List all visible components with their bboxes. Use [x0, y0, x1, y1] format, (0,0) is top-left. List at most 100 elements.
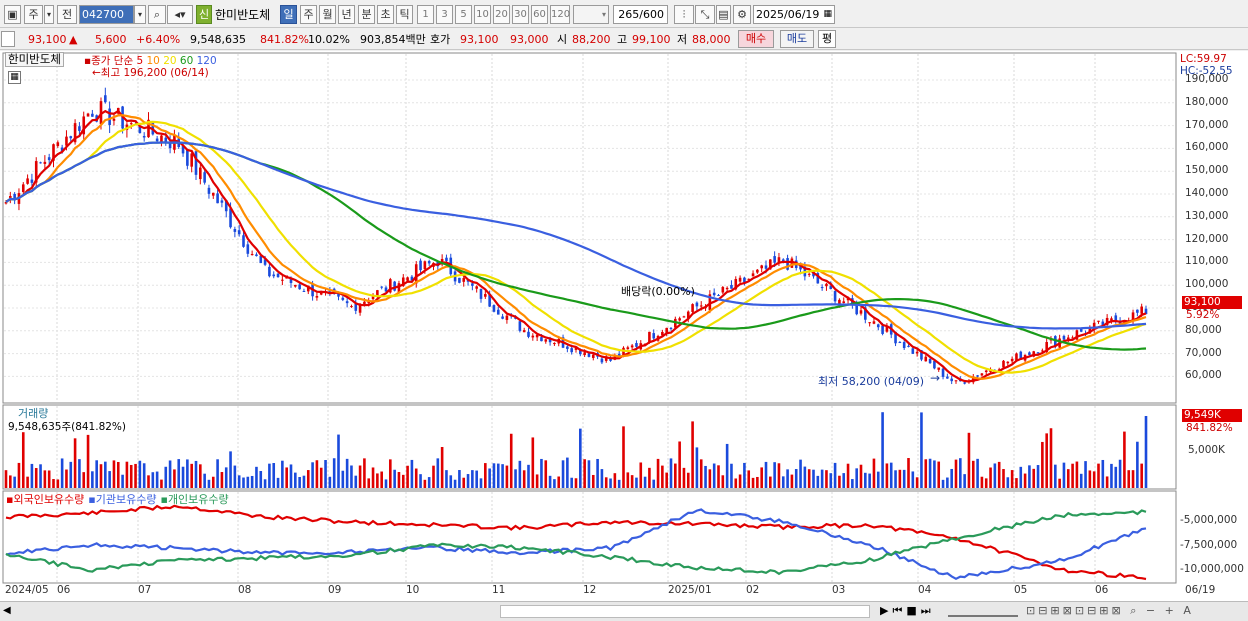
interval-button-120[interactable]: 120 [550, 5, 570, 24]
volume-bar [73, 438, 77, 488]
volume-bar [894, 470, 897, 488]
new-badge-label: 신 [198, 8, 210, 21]
interval-custom-select[interactable]: ▾ [573, 5, 609, 24]
price-y-tick: 60,000 [1185, 369, 1222, 382]
volume-bar [423, 479, 427, 488]
volume-bar [889, 462, 893, 488]
volume-bar [151, 472, 155, 488]
checkbox-icon[interactable] [1, 31, 15, 47]
period-tab-1[interactable]: 주 [300, 5, 317, 24]
prev-button[interactable]: 전 [57, 5, 77, 24]
interval-button-10[interactable]: 10 [474, 5, 491, 24]
price-y-tick: 100,000 [1185, 278, 1229, 291]
horizontal-scrollbar[interactable]: ◀ ▶⏮■⏭ ⊡⊟⊞⊠⊡⊟⊞⊠ ⌕ − + A [0, 601, 1248, 621]
candle-body [363, 301, 366, 305]
turnover-rate: 10.02% [308, 33, 350, 46]
volume-bar [315, 460, 319, 488]
volume-bar [596, 458, 599, 488]
chart-svg[interactable] [0, 51, 1248, 601]
volume-bar [1028, 465, 1031, 488]
volume-bar [686, 472, 690, 488]
search-icon[interactable]: ⌕ [148, 5, 166, 24]
candle-body [648, 331, 651, 343]
count-field[interactable]: 265/600 [613, 5, 668, 24]
candle-body [371, 296, 375, 300]
interval-button-5[interactable]: 5 [455, 5, 472, 24]
volume-bar [635, 477, 638, 488]
candle-body [591, 354, 595, 358]
zoom-controls[interactable]: ⊡⊟⊞⊠⊡⊟⊞⊠ ⌕ − + A [1026, 604, 1194, 618]
code-dropdown-icon[interactable]: ▾ [134, 5, 146, 24]
candle-body [946, 376, 949, 379]
period-tab-0[interactable]: 일 [280, 5, 297, 24]
period-tab-5[interactable]: 초 [377, 5, 394, 24]
volume-bar [56, 479, 60, 488]
buy-button[interactable]: 매수 [738, 30, 774, 48]
volume-bar [643, 476, 647, 488]
candle-body [540, 337, 543, 342]
sell-button[interactable]: 매도 [780, 30, 814, 48]
gear-icon[interactable]: ⚙ [733, 5, 751, 24]
layout-icon[interactable]: ▣ [4, 5, 21, 24]
draw-line-icon[interactable]: ⤡ [695, 5, 715, 24]
candle-body [630, 345, 634, 348]
volume-bar [674, 463, 677, 488]
volume-bar [414, 468, 418, 488]
volume-bar [855, 468, 858, 488]
period-tab-6[interactable]: 틱 [396, 5, 413, 24]
candle-body [730, 284, 733, 289]
volume-bar [1006, 477, 1010, 488]
candle-body [1002, 360, 1005, 368]
candle-body [419, 260, 422, 271]
interval-button-20[interactable]: 20 [493, 5, 510, 24]
volume-bar [34, 468, 38, 488]
scroll-thumb[interactable] [500, 605, 870, 618]
volume-bar [514, 469, 517, 488]
volume-bar [501, 464, 504, 488]
candle-body [108, 108, 111, 126]
candle-body [786, 258, 789, 270]
stock-code-input[interactable]: 042700 [79, 5, 134, 24]
volume-bar [976, 458, 979, 488]
scroll-left-icon[interactable]: ◀ [3, 605, 11, 616]
volume-bar [829, 473, 833, 488]
candle-body [833, 291, 837, 302]
candle-body [505, 315, 509, 320]
candle-body [950, 378, 953, 382]
candle-icon[interactable]: ⫶ [674, 5, 694, 24]
volume-bar [432, 465, 435, 488]
volume-bar [1123, 431, 1126, 488]
interval-button-30[interactable]: 30 [512, 5, 529, 24]
chevron-down-icon[interactable]: ▾ [44, 5, 54, 24]
period-tab-4[interactable]: 분 [358, 5, 375, 24]
volume-bar [799, 459, 802, 488]
zoom-slider[interactable] [948, 605, 1018, 617]
volume-bar [734, 478, 738, 488]
volume-bar [851, 479, 854, 488]
volume-bar [725, 443, 729, 488]
playback-controls[interactable]: ▶⏮■⏭ [880, 604, 935, 618]
interval-button-3[interactable]: 3 [436, 5, 453, 24]
candle-body [294, 284, 297, 287]
interval-button-1[interactable]: 1 [417, 5, 434, 24]
volume-bar [609, 478, 612, 488]
volume-bar [116, 461, 120, 488]
speaker-icon[interactable]: ◂▾ [167, 5, 193, 24]
x-axis-label: 12 [583, 584, 597, 596]
holdings-y-tick: -5,000,000 [1180, 514, 1238, 526]
interval-button-60[interactable]: 60 [531, 5, 548, 24]
volume-bar [250, 475, 254, 488]
table-icon[interactable]: ▦ [8, 71, 21, 84]
save-icon[interactable]: ▤ [716, 5, 731, 24]
period-select[interactable]: 주 [24, 5, 43, 24]
candle-body [527, 331, 530, 337]
period-tab-3[interactable]: 년 [338, 5, 355, 24]
calendar-icon[interactable]: ▦ [823, 6, 832, 23]
avg-button[interactable]: 평 [818, 30, 836, 48]
date-field[interactable]: 2025/06/19 ▦ [753, 5, 835, 24]
volume-bar [648, 467, 651, 488]
price-y-tick: 180,000 [1185, 95, 1229, 108]
change-percent: +6.40% [136, 33, 181, 46]
volume-bar [1144, 416, 1148, 488]
period-tab-2[interactable]: 월 [319, 5, 336, 24]
